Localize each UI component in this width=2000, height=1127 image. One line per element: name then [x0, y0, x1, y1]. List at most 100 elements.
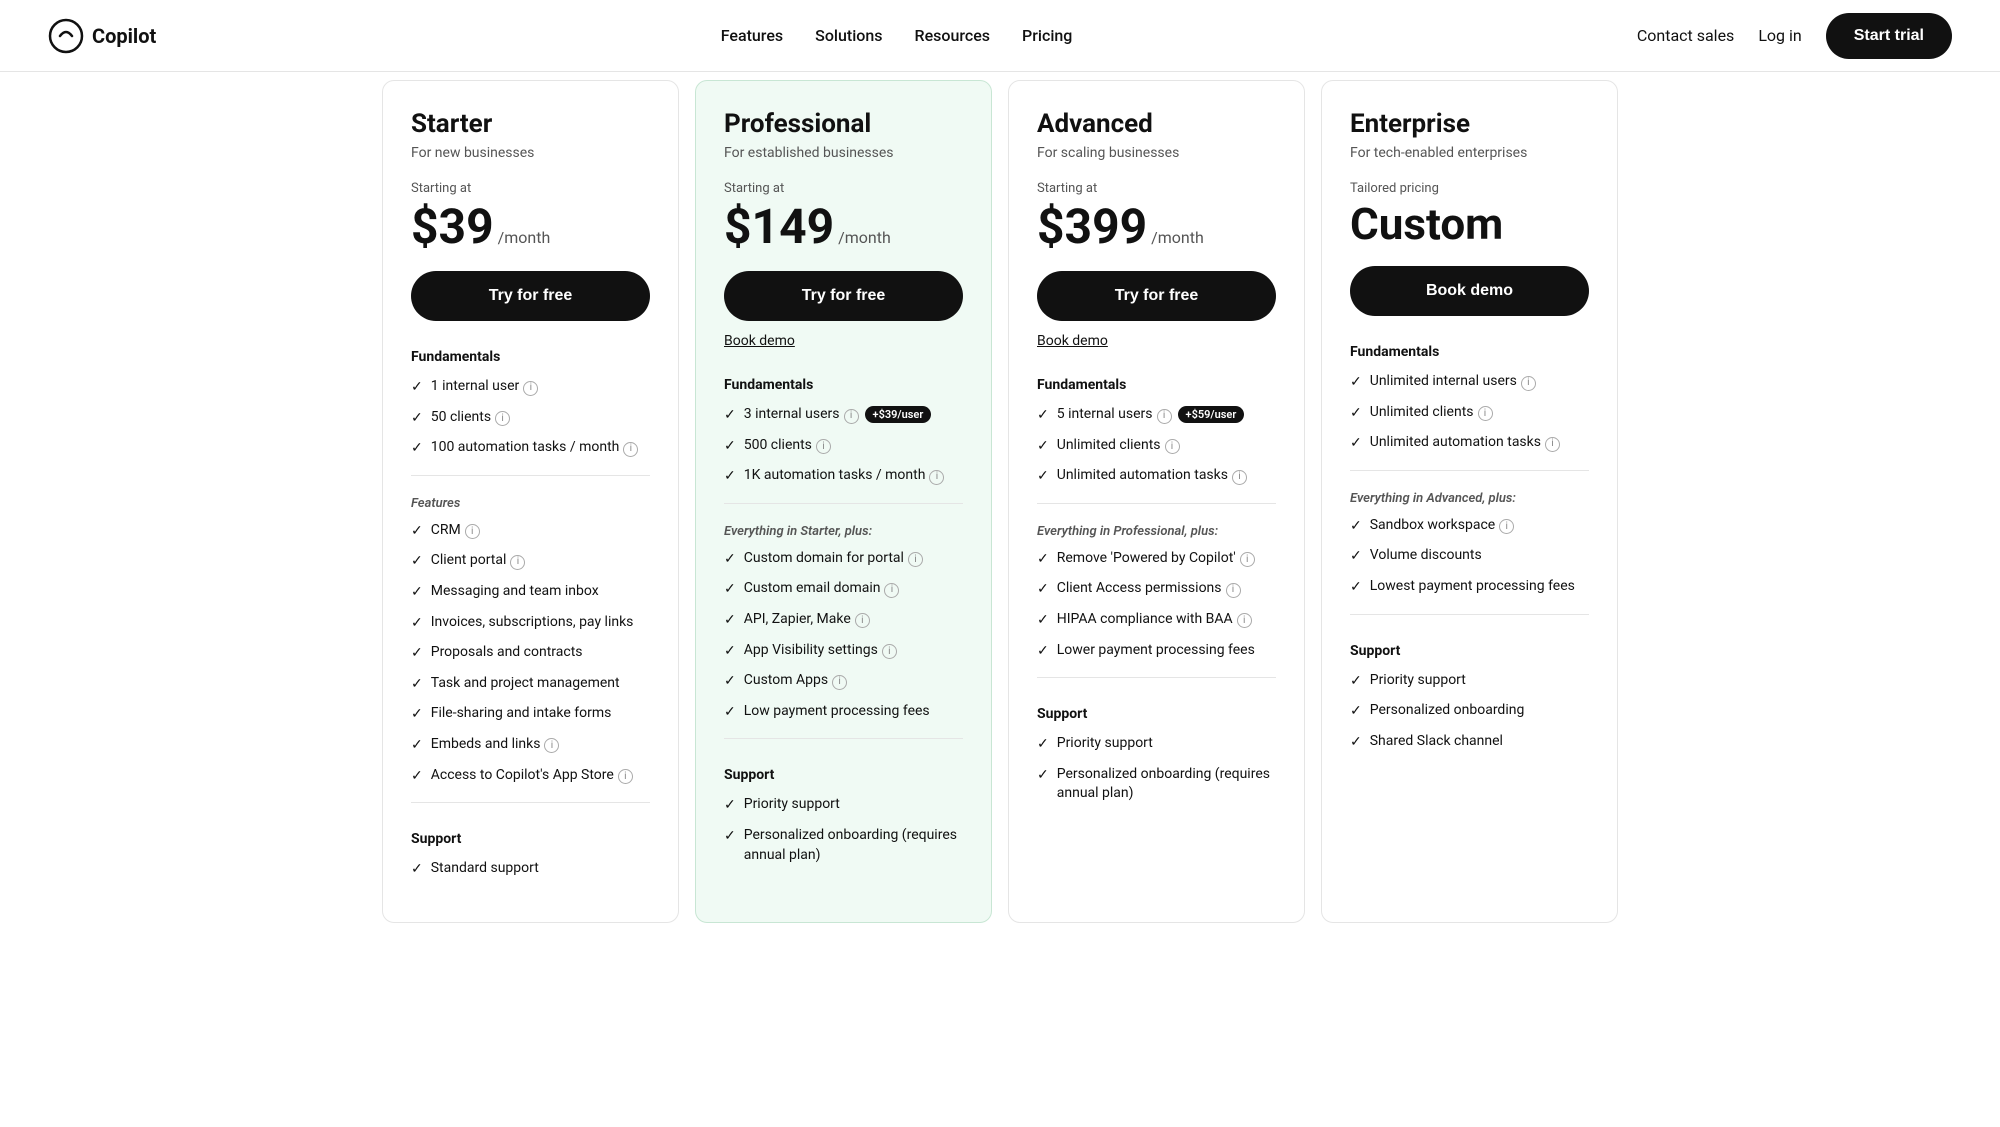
- features-list-enterprise: ✓ Sandbox workspacei ✓ Volume discounts ✓ …: [1350, 516, 1589, 598]
- feature-text: Unlimited clientsi: [1370, 403, 1493, 423]
- support-title-professional: Support: [724, 767, 963, 783]
- info-icon[interactable]: i: [523, 381, 538, 396]
- info-icon[interactable]: i: [618, 769, 633, 784]
- info-icon[interactable]: i: [544, 738, 559, 753]
- logo[interactable]: Copilot: [48, 18, 156, 54]
- feature-text: Standard support: [431, 859, 539, 879]
- info-icon[interactable]: i: [1232, 470, 1247, 485]
- feature-text: Low payment processing fees: [744, 702, 930, 722]
- plan-card-enterprise: Enterprise For tech-enabled enterprises …: [1321, 80, 1618, 923]
- check-icon: ✓: [1037, 580, 1049, 600]
- cta-primary-starter[interactable]: Try for free: [411, 271, 650, 321]
- feature-text: Remove 'Powered by Copilot'i: [1057, 549, 1255, 569]
- plan-name-starter: Starter: [411, 109, 650, 139]
- list-item: ✓ Proposals and contracts: [411, 643, 650, 664]
- list-item: ✓ Unlimited internal usersi: [1350, 372, 1589, 393]
- list-item: ✓ Sandbox workspacei: [1350, 516, 1589, 537]
- list-item: ✓ Client Access permissionsi: [1037, 579, 1276, 600]
- features-title-enterprise: Everything in Advanced, plus:: [1350, 491, 1589, 506]
- list-item: ✓ Unlimited automation tasksi: [1350, 433, 1589, 454]
- list-item: ✓ 50 clientsi: [411, 408, 650, 429]
- info-icon[interactable]: i: [1478, 406, 1493, 421]
- list-item: ✓ Volume discounts: [1350, 546, 1589, 567]
- list-item: ✓ Shared Slack channel: [1350, 732, 1589, 753]
- features-title-advanced: Everything in Professional, plus:: [1037, 524, 1276, 539]
- check-icon: ✓: [1350, 373, 1362, 393]
- nav-features[interactable]: Features: [721, 26, 783, 45]
- check-icon: ✓: [411, 522, 423, 542]
- fundamentals-title-advanced: Fundamentals: [1037, 377, 1276, 393]
- info-icon[interactable]: i: [1240, 552, 1255, 567]
- nav-resources[interactable]: Resources: [915, 26, 991, 45]
- list-item: ✓ Priority support: [1350, 671, 1589, 692]
- check-icon: ✓: [1350, 517, 1362, 537]
- check-icon: ✓: [411, 378, 423, 398]
- contact-sales-link[interactable]: Contact sales: [1637, 26, 1734, 45]
- start-trial-button[interactable]: Start trial: [1826, 13, 1952, 59]
- plan-price-amount-professional: $149: [724, 198, 834, 255]
- logo-text: Copilot: [92, 24, 156, 48]
- plan-pricing-label-enterprise: Tailored pricing: [1350, 181, 1589, 196]
- feature-text: Priority support: [744, 795, 840, 815]
- cta-primary-professional[interactable]: Try for free: [724, 271, 963, 321]
- info-icon[interactable]: i: [1226, 583, 1241, 598]
- info-icon[interactable]: i: [1545, 437, 1560, 452]
- cta-primary-enterprise[interactable]: Book demo: [1350, 266, 1589, 316]
- plan-card-starter: Starter For new businesses Starting at $…: [382, 80, 679, 923]
- info-icon[interactable]: i: [884, 583, 899, 598]
- list-item: ✓ Lowest payment processing fees: [1350, 577, 1589, 598]
- feature-text: Unlimited internal usersi: [1370, 372, 1536, 392]
- check-icon: ✓: [1037, 467, 1049, 487]
- info-icon[interactable]: i: [1157, 409, 1172, 424]
- info-icon[interactable]: i: [495, 411, 510, 426]
- plan-price-starter: $39 /month: [411, 198, 650, 255]
- feature-text: Invoices, subscriptions, pay links: [431, 613, 634, 633]
- feature-text: Personalized onboarding: [1370, 701, 1525, 721]
- features-list-advanced: ✓ Remove 'Powered by Copilot'i ✓ Client A…: [1037, 549, 1276, 661]
- cta-secondary-professional[interactable]: Book demo: [724, 333, 795, 349]
- nav-links: Features Solutions Resources Pricing: [721, 26, 1073, 45]
- info-icon[interactable]: i: [855, 613, 870, 628]
- plan-price-period-starter: /month: [498, 228, 551, 247]
- info-icon[interactable]: i: [908, 552, 923, 567]
- support-list-starter: ✓ Standard support: [411, 859, 650, 880]
- nav-solutions[interactable]: Solutions: [815, 26, 882, 45]
- feature-text: Shared Slack channel: [1370, 732, 1503, 752]
- info-icon[interactable]: i: [832, 675, 847, 690]
- info-icon[interactable]: i: [844, 409, 859, 424]
- check-icon: ✓: [1037, 642, 1049, 662]
- pricing-grid: Starter For new businesses Starting at $…: [350, 72, 1650, 931]
- info-icon[interactable]: i: [1237, 613, 1252, 628]
- info-icon[interactable]: i: [623, 442, 638, 457]
- info-icon[interactable]: i: [1499, 519, 1514, 534]
- fundamentals-title-starter: Fundamentals: [411, 349, 650, 365]
- feature-text: App Visibility settingsi: [744, 641, 897, 661]
- log-in-link[interactable]: Log in: [1758, 26, 1801, 45]
- info-icon[interactable]: i: [1521, 376, 1536, 391]
- list-item: ✓ Unlimited clientsi: [1037, 436, 1276, 457]
- list-item: ✓ Lower payment processing fees: [1037, 641, 1276, 662]
- info-icon[interactable]: i: [510, 555, 525, 570]
- cta-primary-advanced[interactable]: Try for free: [1037, 271, 1276, 321]
- info-icon[interactable]: i: [465, 524, 480, 539]
- feature-text: Unlimited automation tasksi: [1057, 466, 1247, 486]
- info-icon[interactable]: i: [816, 439, 831, 454]
- feature-text: Client Access permissionsi: [1057, 579, 1241, 599]
- info-icon[interactable]: i: [1165, 439, 1180, 454]
- fundamentals-title-professional: Fundamentals: [724, 377, 963, 393]
- badge: +$59/user: [1178, 406, 1245, 423]
- plan-desc-professional: For established businesses: [724, 145, 963, 161]
- fundamentals-list-starter: ✓ 1 internal useri✓ 50 clientsi✓ 100 aut…: [411, 377, 650, 459]
- plan-price-amount-starter: $39: [411, 198, 494, 255]
- support-list-enterprise: ✓ Priority support✓ Personalized onboard…: [1350, 671, 1589, 753]
- navbar: Copilot Features Solutions Resources Pri…: [0, 0, 2000, 72]
- feature-text: 100 automation tasks / monthi: [431, 438, 639, 458]
- feature-text: Personalized onboarding (requires annual…: [744, 826, 963, 865]
- list-item: ✓ Custom email domaini: [724, 579, 963, 600]
- cta-secondary-advanced[interactable]: Book demo: [1037, 333, 1108, 349]
- check-icon: ✓: [724, 796, 736, 816]
- info-icon[interactable]: i: [882, 644, 897, 659]
- feature-text: Unlimited clientsi: [1057, 436, 1180, 456]
- nav-pricing[interactable]: Pricing: [1022, 26, 1072, 45]
- info-icon[interactable]: i: [929, 470, 944, 485]
